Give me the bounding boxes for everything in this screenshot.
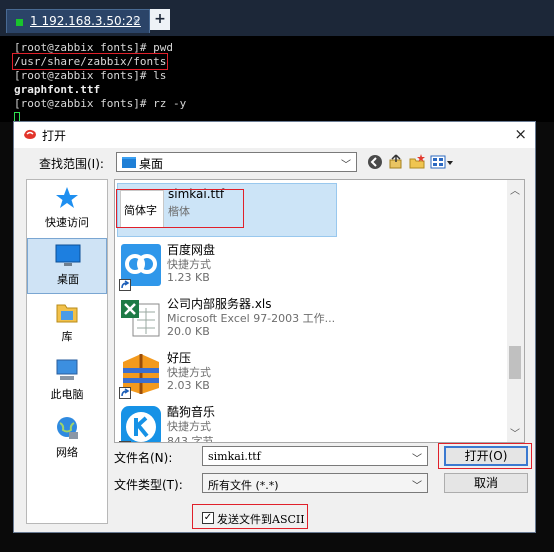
file-size: 20.0 KB xyxy=(167,325,210,338)
chevron-down-icon: ﹀ xyxy=(412,481,422,492)
star-icon xyxy=(56,187,78,208)
place-quick-access[interactable]: 快速访问 xyxy=(27,182,107,238)
file-type: 快捷方式 xyxy=(167,420,211,433)
new-folder-icon[interactable] xyxy=(408,153,426,171)
place-label: 此电脑 xyxy=(50,388,84,401)
library-icon xyxy=(56,304,78,323)
new-tab-button[interactable]: + xyxy=(150,9,170,30)
session-tab[interactable]: 1 192.168.3.50:22 × xyxy=(6,9,150,33)
font-file-icon: 简体字 xyxy=(120,190,164,228)
file-item-xls[interactable]: 公司内部服务器.xls Microsoft Excel 97-2003 工作..… xyxy=(117,292,357,346)
file-item-simkai[interactable]: 简体字 simkai.ttf 楷体 xyxy=(117,183,337,237)
file-list-scrollbar[interactable]: ︿ ﹀ xyxy=(507,180,524,442)
shortcut-arrow-icon xyxy=(119,387,131,399)
cancel-button[interactable]: 取消 xyxy=(444,473,528,493)
desktop-icon xyxy=(55,244,81,266)
lookin-value: 桌面 xyxy=(139,157,164,171)
place-label: 桌面 xyxy=(57,273,79,286)
file-size: 2.03 KB xyxy=(167,379,210,392)
app-icon xyxy=(24,129,36,139)
place-network[interactable]: 网络 xyxy=(27,412,107,468)
desktop-folder-icon xyxy=(122,157,136,168)
place-label: 库 xyxy=(61,330,73,343)
file-item-haozip[interactable]: 好压 快捷方式 2.03 KB xyxy=(117,346,337,400)
open-file-dialog: 打开 × 查找范围(I): 桌面 ﹀ 快速访问 桌面 库 此电脑 网络 简体字 … xyxy=(13,121,536,533)
lookin-dropdown[interactable]: 桌面 ﹀ xyxy=(116,152,357,172)
scroll-down-icon[interactable]: ﹀ xyxy=(510,425,520,440)
up-folder-icon[interactable] xyxy=(387,153,405,171)
checkbox-check-icon[interactable]: ✓ xyxy=(202,512,214,524)
close-icon[interactable]: × xyxy=(514,125,527,143)
connected-status-icon xyxy=(16,19,23,26)
terminal-line: [root@zabbix fonts]# rz -y xyxy=(14,97,187,110)
file-type: 快捷方式 xyxy=(167,366,211,379)
computer-icon xyxy=(56,359,78,380)
place-library[interactable]: 库 xyxy=(27,296,107,352)
filename-label: 文件名(N): xyxy=(114,451,173,465)
places-bar: 快速访问 桌面 库 此电脑 网络 xyxy=(26,179,108,524)
file-type: 快捷方式 xyxy=(167,258,211,271)
file-subtitle: 楷体 xyxy=(168,205,190,218)
dialog-title: 打开 xyxy=(42,129,67,143)
file-list[interactable]: 简体字 simkai.ttf 楷体 百度网盘 快捷方式 1.23 KB 公司内部… xyxy=(114,179,525,443)
shortcut-arrow-icon xyxy=(119,279,131,291)
filename-input[interactable]: simkai.ttf ﹀ xyxy=(202,446,428,466)
back-icon[interactable] xyxy=(366,153,384,171)
file-type: Microsoft Excel 97-2003 工作... xyxy=(167,312,336,325)
send-ascii-label: 发送文件到ASCII xyxy=(217,513,305,526)
terminal-line: /usr/share/zabbix/fonts xyxy=(11,53,169,70)
excel-file-icon xyxy=(121,300,160,337)
place-label: 网络 xyxy=(56,446,78,459)
shortcut-arrow-icon xyxy=(119,441,131,442)
file-name: simkai.ttf xyxy=(168,187,225,201)
chevron-down-icon[interactable]: ﹀ xyxy=(412,450,422,465)
font-preview-text: 简体字 xyxy=(124,204,157,217)
network-icon xyxy=(57,417,78,439)
terminal-line: [root@zabbix fonts]# ls xyxy=(14,69,167,82)
scroll-up-icon[interactable]: ︿ xyxy=(510,182,520,197)
view-menu-icon[interactable] xyxy=(430,153,454,171)
place-desktop[interactable]: 桌面 xyxy=(27,238,107,294)
place-this-pc[interactable]: 此电脑 xyxy=(27,354,107,410)
terminal-tab-bar: 1 192.168.3.50:22 × + xyxy=(0,0,554,36)
filetype-label: 文件类型(T): xyxy=(114,478,183,492)
scrollbar-thumb[interactable] xyxy=(509,346,521,379)
place-label: 快速访问 xyxy=(45,216,89,229)
filetype-value: 所有文件 (*.*) xyxy=(208,479,279,492)
open-button[interactable]: 打开(O) xyxy=(444,446,528,466)
session-tab-title: 1 192.168.3.50:22 xyxy=(30,14,141,28)
file-item-baidu[interactable]: 百度网盘 快捷方式 1.23 KB xyxy=(117,238,337,292)
lookin-label: 查找范围(I): xyxy=(39,157,104,171)
file-item-kugou[interactable]: 酷狗音乐 快捷方式 843 字节 xyxy=(117,400,337,443)
dialog-titlebar[interactable]: 打开 × xyxy=(14,122,535,148)
close-tab-icon[interactable]: × xyxy=(132,14,141,27)
file-size: 1.23 KB xyxy=(167,271,210,284)
terminal-line: [root@zabbix fonts]# pwd xyxy=(14,41,173,54)
filetype-dropdown[interactable]: 所有文件 (*.*) ﹀ xyxy=(202,473,428,493)
terminal-output[interactable]: [root@zabbix fonts]# pwd /usr/share/zabb… xyxy=(0,36,554,124)
kugou-music-icon xyxy=(121,406,161,442)
filename-value: simkai.ttf xyxy=(208,450,261,463)
terminal-line: graphfont.ttf xyxy=(14,83,101,96)
file-size: 843 字节 xyxy=(167,435,214,443)
chevron-down-icon: ﹀ xyxy=(341,160,351,171)
